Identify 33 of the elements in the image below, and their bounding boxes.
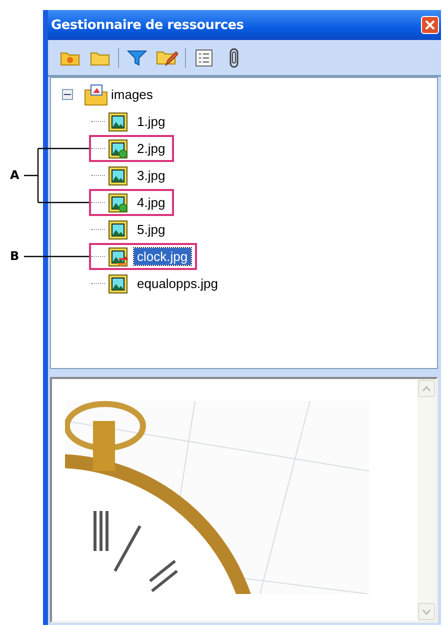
tree-item[interactable]: 5.jpg — [134, 221, 168, 238]
image-file-icon — [108, 220, 128, 240]
paperclip-icon — [229, 48, 239, 68]
folder-icon — [90, 50, 110, 66]
collapse-toggle[interactable] — [62, 89, 73, 100]
callout-label: B — [10, 248, 20, 262]
image-file-icon — [108, 274, 128, 294]
tree-item[interactable]: images — [108, 86, 156, 103]
image-file-sync-icon — [108, 192, 128, 212]
leader-line — [24, 256, 89, 258]
tree-item[interactable]: 4.jpg — [134, 194, 168, 211]
callout-label: A — [10, 168, 20, 182]
image-file-icon — [108, 112, 128, 132]
list-icon — [195, 48, 213, 66]
close-icon — [425, 20, 435, 30]
tree-item[interactable]: clock.jpg — [134, 248, 191, 265]
window-title: Gestionnaire de ressources — [51, 18, 244, 32]
folder-pencil-icon — [156, 48, 178, 66]
folder-sun-icon — [60, 50, 80, 66]
image-file-icon — [108, 166, 128, 186]
image-file-conflict-icon — [108, 246, 128, 266]
tree-item[interactable]: equalopps.jpg — [134, 275, 221, 292]
tree-item[interactable]: 1.jpg — [134, 113, 168, 130]
chevron-down-icon — [422, 608, 431, 614]
chevron-up-icon — [422, 386, 431, 392]
leader-line — [23, 148, 90, 204]
minus-icon — [64, 91, 71, 98]
tree-item[interactable]: 2.jpg — [134, 140, 168, 157]
filter-icon — [127, 48, 147, 66]
close-button[interactable] — [421, 16, 439, 34]
image-file-sync-icon — [108, 138, 128, 158]
folder-image-icon — [84, 84, 108, 106]
tree-item[interactable]: 3.jpg — [134, 167, 168, 184]
